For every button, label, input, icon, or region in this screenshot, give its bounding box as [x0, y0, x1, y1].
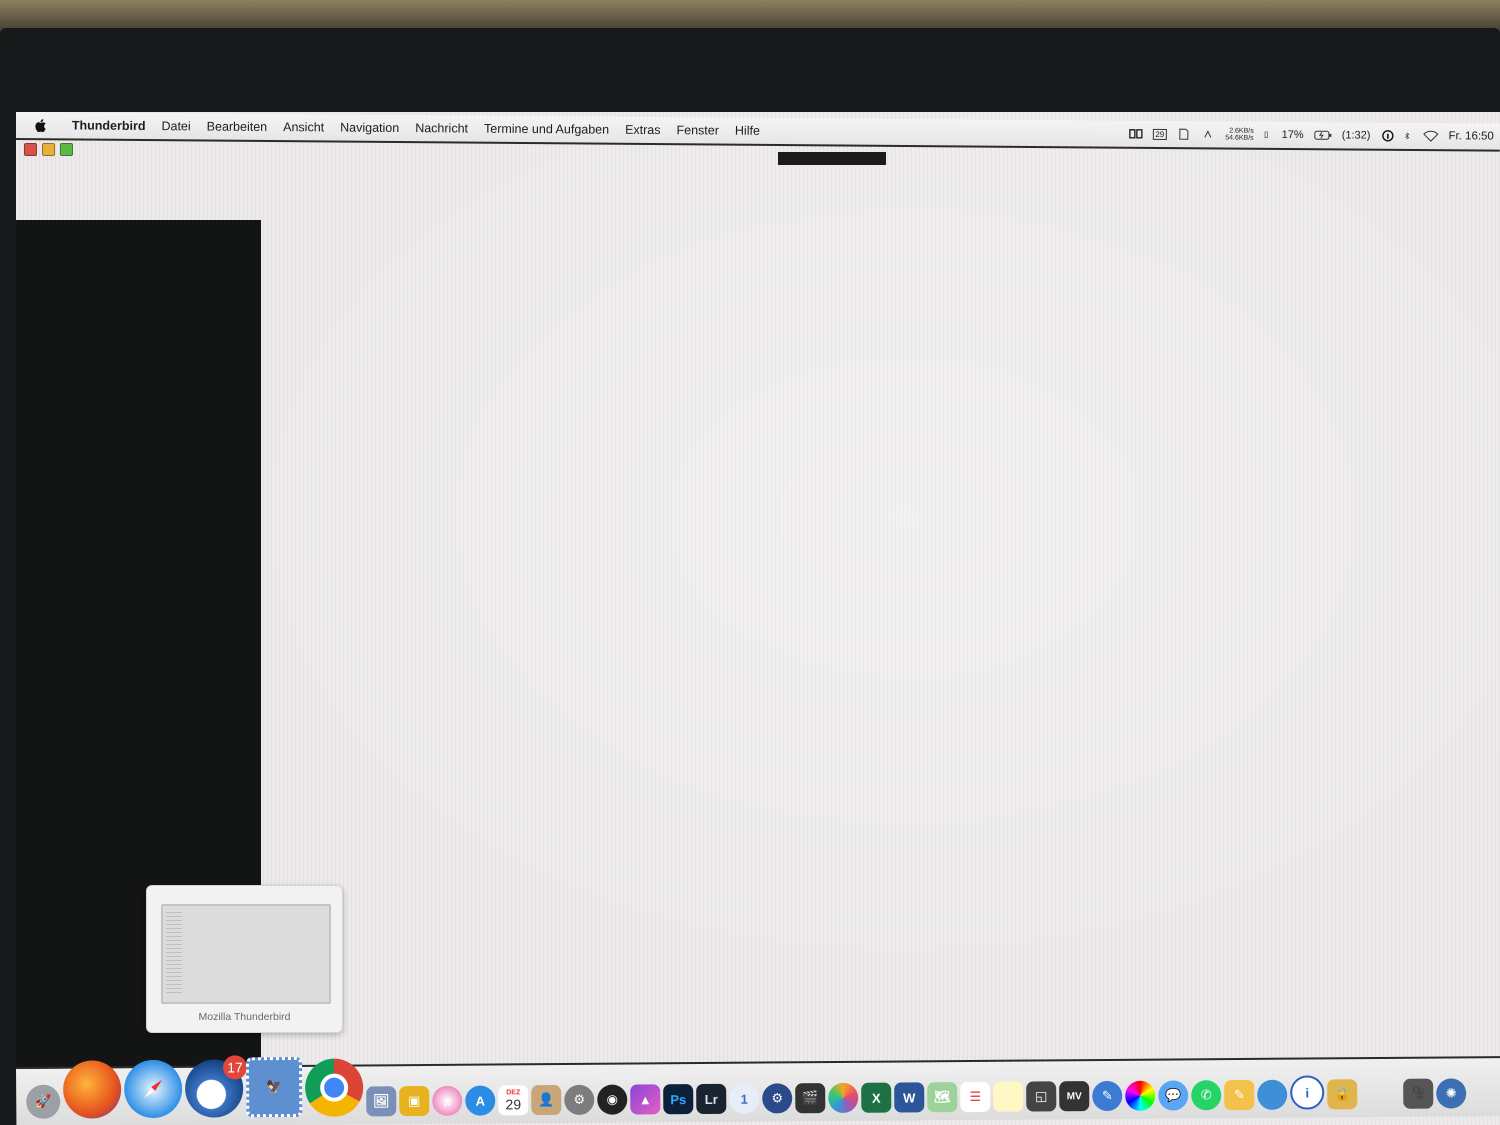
- dock: 🚀 17 🦅 🖼 ▣ ♫ A DEZ 29 👤 ⚙ ◉ ▲ Ps Lr 1 ⚙ …: [16, 1055, 1500, 1125]
- itunes-icon[interactable]: ♫: [432, 1085, 463, 1116]
- menu-hilfe[interactable]: Hilfe: [727, 124, 768, 138]
- color-wheel-icon[interactable]: [1125, 1080, 1156, 1111]
- compressor-icon[interactable]: ⚙: [762, 1083, 793, 1114]
- network-utility-icon[interactable]: ✺: [1436, 1078, 1467, 1109]
- thumbnail-folder-list: [166, 912, 182, 996]
- excel-icon[interactable]: X: [861, 1082, 892, 1113]
- lightroom-icon[interactable]: Lr: [696, 1083, 727, 1115]
- whatsapp-icon[interactable]: ✆: [1191, 1080, 1222, 1111]
- apple-menu-icon[interactable]: [34, 118, 48, 133]
- screen-sharing-icon[interactable]: ◱: [1026, 1081, 1057, 1112]
- forklift-icon[interactable]: ▣: [399, 1085, 430, 1117]
- book-icon[interactable]: [1128, 128, 1143, 140]
- launchpad-icon[interactable]: 🚀: [26, 1084, 61, 1119]
- minimize-window-button[interactable]: [42, 143, 55, 156]
- messages-icon[interactable]: 💬: [1158, 1080, 1189, 1111]
- globe-app-icon[interactable]: [1257, 1079, 1288, 1110]
- video-app-icon[interactable]: 🎥: [1403, 1078, 1434, 1109]
- close-window-button[interactable]: [24, 143, 37, 156]
- word-icon[interactable]: W: [894, 1082, 925, 1113]
- menu-navigation[interactable]: Navigation: [332, 120, 407, 135]
- preview-label: Mozilla Thunderbird: [198, 1011, 291, 1023]
- system-preferences-icon[interactable]: ⚙: [564, 1084, 595, 1115]
- 1password-lock-icon[interactable]: i: [1290, 1075, 1325, 1110]
- dock-window-preview[interactable]: Mozilla Thunderbird: [146, 885, 343, 1033]
- info-icon[interactable]: [1380, 130, 1394, 142]
- keychain-icon[interactable]: 🔒: [1327, 1079, 1358, 1110]
- camera-app-icon[interactable]: ◉: [597, 1084, 628, 1115]
- chrome-center-icon: [320, 1073, 349, 1102]
- photoshop-icon[interactable]: Ps: [663, 1084, 694, 1115]
- menu-datei[interactable]: Datei: [153, 119, 198, 133]
- wifi-icon[interactable]: [1422, 130, 1439, 142]
- thunderbird-icon[interactable]: 17: [184, 1055, 248, 1118]
- moneymoney-icon[interactable]: MV: [1059, 1081, 1090, 1112]
- maps-icon[interactable]: 🗺: [927, 1082, 958, 1113]
- contacts-icon[interactable]: 👤: [531, 1085, 562, 1116]
- calendar-day: 29: [505, 1095, 522, 1112]
- 1password-icon[interactable]: 1: [729, 1083, 760, 1114]
- menu-ansicht[interactable]: Ansicht: [275, 120, 332, 134]
- memory-icon[interactable]: [1264, 129, 1272, 141]
- menu-fenster[interactable]: Fenster: [668, 123, 726, 137]
- compass-needle-icon: [144, 1079, 163, 1099]
- network-down: 54.6KB/s: [1225, 134, 1254, 142]
- pdf-editor-icon[interactable]: ✎: [1224, 1079, 1255, 1111]
- window-controls: [24, 143, 73, 156]
- window-thumbnail[interactable]: [161, 904, 331, 1004]
- network-monitor[interactable]: 2.6KB/s 54.6KB/s: [1225, 127, 1254, 142]
- notes-icon[interactable]: [993, 1081, 1024, 1112]
- screen: Thunderbird Datei Bearbeiten Ansicht Nav…: [16, 112, 1500, 1125]
- battery-time[interactable]: (1:32): [1342, 129, 1371, 141]
- cpu-usage[interactable]: 17%: [1282, 129, 1304, 141]
- menu-termine-und-aufgaben[interactable]: Termine und Aufgaben: [476, 122, 617, 137]
- reminders-icon[interactable]: ☰: [960, 1081, 991, 1113]
- status-area: 29 2.6KB/s 54.6KB/s 17% (1:32) Fr. 16:50: [1128, 127, 1500, 144]
- menu-extras[interactable]: Extras: [617, 123, 669, 137]
- menu-bearbeiten[interactable]: Bearbeiten: [199, 119, 276, 134]
- menu-app-name[interactable]: Thunderbird: [64, 118, 154, 133]
- bluetooth-icon[interactable]: [1404, 130, 1412, 142]
- zoom-window-button[interactable]: [60, 143, 73, 156]
- document-icon[interactable]: [1177, 128, 1191, 140]
- app-store-icon[interactable]: A: [465, 1085, 496, 1116]
- dock-icons: 🚀 17 🦅 🖼 ▣ ♫ A DEZ 29 👤 ⚙ ◉ ▲ Ps Lr 1 ⚙ …: [26, 1038, 1467, 1119]
- sync-icon[interactable]: [1201, 128, 1215, 140]
- thunderbird-unread-badge: 17: [222, 1055, 248, 1080]
- final-cut-icon[interactable]: 🎬: [795, 1083, 826, 1114]
- calendar-icon[interactable]: DEZ 29: [498, 1085, 529, 1116]
- menu-nachricht[interactable]: Nachricht: [407, 121, 476, 136]
- window-top-bar: [778, 152, 886, 165]
- preview-app-icon[interactable]: 🖼: [366, 1086, 397, 1117]
- photos-icon[interactable]: [828, 1082, 859, 1114]
- calendar-status-icon[interactable]: 29: [1152, 128, 1168, 140]
- battery-icon[interactable]: [1314, 129, 1332, 141]
- clock[interactable]: Fr. 16:50: [1448, 130, 1493, 142]
- safari-icon[interactable]: [123, 1059, 183, 1119]
- affinity-photo-icon[interactable]: ▲: [630, 1084, 661, 1115]
- chrome-icon[interactable]: [304, 1058, 364, 1117]
- xcode-icon[interactable]: ✎: [1092, 1080, 1123, 1112]
- mail-stamp-icon[interactable]: 🦅: [245, 1056, 303, 1118]
- firefox-icon[interactable]: [62, 1060, 122, 1119]
